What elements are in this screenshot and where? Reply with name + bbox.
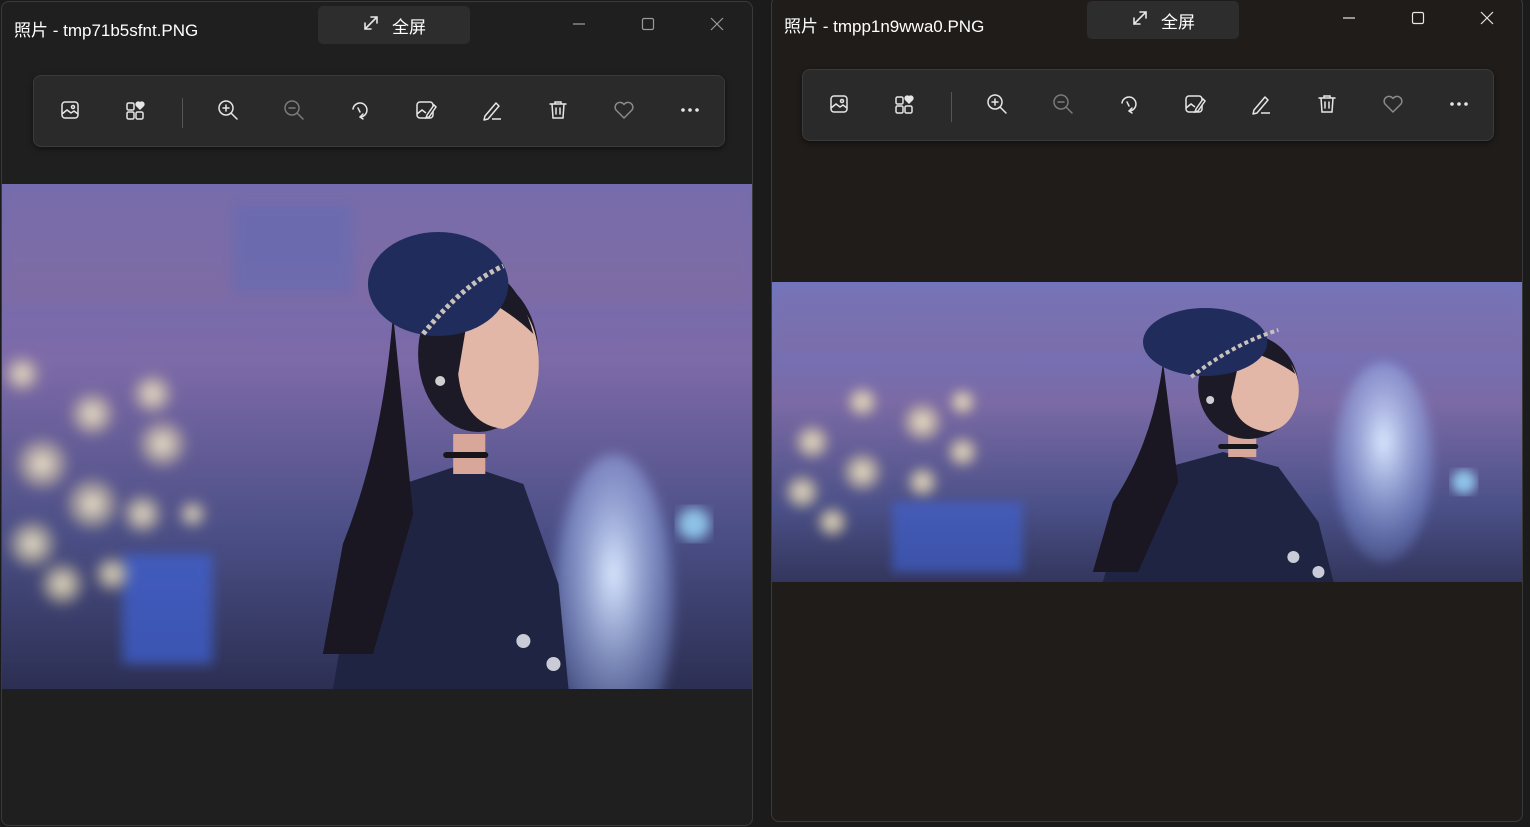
portrait-photo-wide (772, 282, 1522, 582)
minimize-button[interactable] (1326, 2, 1372, 38)
close-button[interactable] (1464, 2, 1510, 38)
fullscreen-label: 全屏 (1161, 12, 1195, 32)
title-bar[interactable]: 照片 - tmpp1n9wwa0.PNG 全屏 (772, 0, 1522, 43)
more-options-button[interactable] (1437, 84, 1481, 128)
minimize-icon (1341, 10, 1357, 31)
rotate-button[interactable] (1107, 84, 1151, 128)
edit-image-button[interactable] (404, 90, 448, 134)
zoom-in-icon (985, 92, 1009, 121)
maximize-button[interactable] (625, 8, 671, 44)
edit-image-icon (1183, 92, 1207, 121)
delete-button[interactable] (1305, 84, 1349, 128)
draw-button[interactable] (470, 90, 514, 134)
collection-favorite-icon (893, 92, 917, 121)
more-options-button[interactable] (668, 90, 712, 134)
expand-diagonal-icon (362, 14, 380, 37)
photos-window-2: 照片 - tmpp1n9wwa0.PNG 全屏 (771, 0, 1523, 822)
minimize-icon (571, 16, 587, 37)
zoom-in-icon (216, 98, 240, 127)
fullscreen-button[interactable]: 全屏 (1087, 1, 1239, 39)
photos-window-1: 照片 - tmp71b5sfnt.PNG 全屏 (1, 1, 753, 826)
favorite-heart-icon (1381, 92, 1405, 121)
fullscreen-button[interactable]: 全屏 (318, 6, 470, 44)
delete-icon (546, 98, 570, 127)
title-bar[interactable]: 照片 - tmp71b5sfnt.PNG 全屏 (2, 2, 752, 48)
rotate-button[interactable] (338, 90, 382, 134)
draw-button[interactable] (1239, 84, 1283, 128)
zoom-in-button[interactable] (975, 84, 1019, 128)
maximize-icon (1410, 10, 1426, 31)
expand-diagonal-icon (1131, 9, 1149, 32)
rotate-icon (1117, 92, 1141, 121)
portrait-photo (2, 184, 752, 689)
image-toolbar (33, 75, 725, 147)
add-to-collection-button[interactable] (883, 84, 927, 128)
toolbar-divider (182, 98, 183, 128)
draw-icon (1249, 92, 1273, 121)
more-options-icon (1447, 92, 1471, 121)
zoom-out-button[interactable] (1041, 84, 1085, 128)
favorite-button[interactable] (602, 90, 646, 134)
zoom-out-button[interactable] (272, 90, 316, 134)
close-button[interactable] (694, 8, 740, 44)
fullscreen-label: 全屏 (392, 17, 426, 37)
delete-icon (1315, 92, 1339, 121)
close-icon (709, 16, 725, 37)
image-toolbar (802, 69, 1494, 141)
gallery-button[interactable] (817, 84, 861, 128)
favorite-heart-icon (612, 98, 636, 127)
rotate-icon (348, 98, 372, 127)
toolbar-divider (951, 92, 952, 122)
delete-button[interactable] (536, 90, 580, 134)
more-options-icon (678, 98, 702, 127)
photo-canvas (772, 282, 1522, 582)
window-title: 照片 - tmpp1n9wwa0.PNG (784, 17, 985, 36)
maximize-icon (640, 16, 656, 37)
gallery-button[interactable] (48, 90, 92, 134)
photo-canvas (2, 184, 752, 689)
zoom-out-icon (282, 98, 306, 127)
maximize-button[interactable] (1395, 2, 1441, 38)
collection-favorite-icon (124, 98, 148, 127)
zoom-out-icon (1051, 92, 1075, 121)
edit-image-icon (414, 98, 438, 127)
window-title: 照片 - tmp71b5sfnt.PNG (14, 21, 199, 40)
favorite-button[interactable] (1371, 84, 1415, 128)
image-gallery-icon (58, 98, 82, 127)
zoom-in-button[interactable] (206, 90, 250, 134)
edit-image-button[interactable] (1173, 84, 1217, 128)
draw-icon (480, 98, 504, 127)
add-to-collection-button[interactable] (114, 90, 158, 134)
close-icon (1479, 10, 1495, 31)
image-gallery-icon (827, 92, 851, 121)
minimize-button[interactable] (556, 8, 602, 44)
